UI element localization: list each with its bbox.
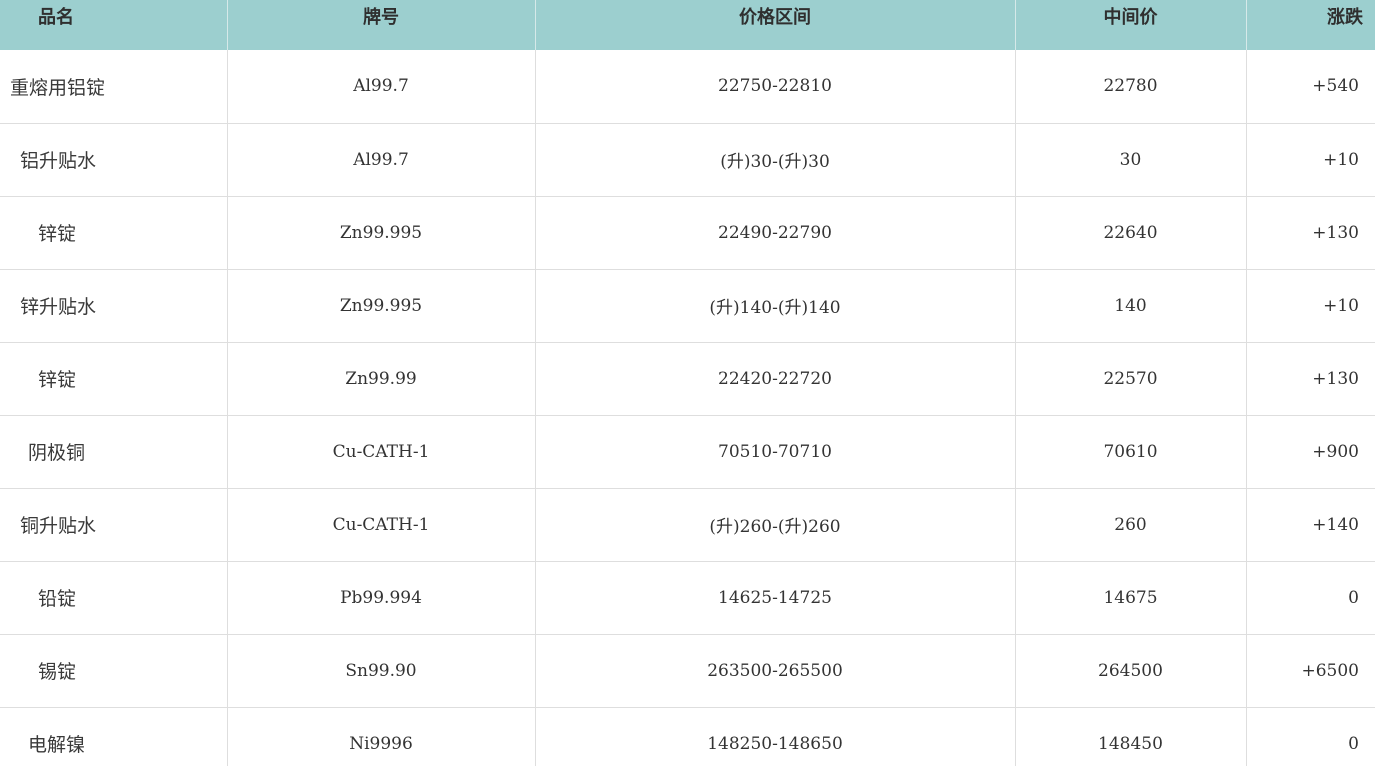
table-row: 铅锭 Pb99.994 14625-14725 14675 0 <box>0 561 1375 635</box>
product-name-cell: 锌锭 <box>0 342 228 416</box>
product-name-cell: 铅锭 <box>0 561 228 635</box>
product-name-cell: 阴极铜 <box>0 415 228 489</box>
change-cell: 0 <box>1246 561 1375 635</box>
grade-cell: Cu-CATH-1 <box>227 488 536 562</box>
header-grade: 牌号 <box>227 0 536 50</box>
table-row: 铜升贴水 Cu-CATH-1 (升)260-(升)260 260 +140 <box>0 488 1375 562</box>
header-name: 品名 <box>0 0 228 50</box>
header-mid-price: 中间价 <box>1015 0 1247 50</box>
grade-cell: Pb99.994 <box>227 561 536 635</box>
price-range-cell: 148250-148650 <box>535 707 1016 766</box>
price-range-cell: 22490-22790 <box>535 196 1016 270</box>
product-name-cell: 铜升贴水 <box>0 488 228 562</box>
mid-price-cell: 260 <box>1015 488 1247 562</box>
table-row: 锌锭 Zn99.99 22420-22720 22570 +130 <box>0 342 1375 416</box>
product-name-cell: 锌锭 <box>0 196 228 270</box>
mid-price-cell: 140 <box>1015 269 1247 343</box>
product-name-cell: 锡锭 <box>0 634 228 708</box>
change-cell: +540 <box>1246 50 1375 124</box>
product-name-cell: 重熔用铝锭 <box>0 50 228 124</box>
grade-cell: Sn99.90 <box>227 634 536 708</box>
table-row: 锌升贴水 Zn99.995 (升)140-(升)140 140 +10 <box>0 269 1375 343</box>
change-cell: +10 <box>1246 123 1375 197</box>
mid-price-cell: 22570 <box>1015 342 1247 416</box>
change-cell: +140 <box>1246 488 1375 562</box>
table-row: 铝升贴水 Al99.7 (升)30-(升)30 30 +10 <box>0 123 1375 197</box>
grade-cell: Al99.7 <box>227 123 536 197</box>
grade-cell: Zn99.995 <box>227 269 536 343</box>
table-row: 电解镍 Ni9996 148250-148650 148450 0 <box>0 707 1375 766</box>
change-cell: +10 <box>1246 269 1375 343</box>
grade-cell: Zn99.995 <box>227 196 536 270</box>
header-change: 涨跌 <box>1246 0 1375 50</box>
price-range-cell: 22750-22810 <box>535 50 1016 124</box>
price-range-cell: 22420-22720 <box>535 342 1016 416</box>
grade-cell: Cu-CATH-1 <box>227 415 536 489</box>
grade-cell: Zn99.99 <box>227 342 536 416</box>
grade-cell: Al99.7 <box>227 50 536 124</box>
price-table: 品名 牌号 价格区间 中间价 涨跌 重熔用铝锭 Al99.7 22750-22810… <box>0 0 1375 766</box>
mid-price-cell: 22780 <box>1015 50 1247 124</box>
mid-price-cell: 264500 <box>1015 634 1247 708</box>
table-row: 锌锭 Zn99.995 22490-22790 22640 +130 <box>0 196 1375 270</box>
table-header: 品名 牌号 价格区间 中间价 涨跌 <box>0 0 1375 50</box>
change-cell: +6500 <box>1246 634 1375 708</box>
price-range-cell: 70510-70710 <box>535 415 1016 489</box>
table-row: 锡锭 Sn99.90 263500-265500 264500 +6500 <box>0 634 1375 708</box>
mid-price-cell: 148450 <box>1015 707 1247 766</box>
table-body: 重熔用铝锭 Al99.7 22750-22810 22780 +540 铝升贴水 Al99.… <box>0 50 1375 766</box>
header-row: 品名 牌号 价格区间 中间价 涨跌 <box>0 0 1375 50</box>
grade-cell: Ni9996 <box>227 707 536 766</box>
mid-price-cell: 22640 <box>1015 196 1247 270</box>
product-name-cell: 锌升贴水 <box>0 269 228 343</box>
product-name-cell: 铝升贴水 <box>0 123 228 197</box>
mid-price-cell: 30 <box>1015 123 1247 197</box>
header-price-range: 价格区间 <box>535 0 1016 50</box>
price-range-cell: (升)30-(升)30 <box>535 123 1016 197</box>
table-row: 重熔用铝锭 Al99.7 22750-22810 22780 +540 <box>0 50 1375 124</box>
price-range-cell: 263500-265500 <box>535 634 1016 708</box>
table-row: 阴极铜 Cu-CATH-1 70510-70710 70610 +900 <box>0 415 1375 489</box>
change-cell: +130 <box>1246 196 1375 270</box>
product-name-cell: 电解镍 <box>0 707 228 766</box>
price-range-cell: (升)260-(升)260 <box>535 488 1016 562</box>
price-range-cell: 14625-14725 <box>535 561 1016 635</box>
mid-price-cell: 70610 <box>1015 415 1247 489</box>
price-range-cell: (升)140-(升)140 <box>535 269 1016 343</box>
change-cell: +900 <box>1246 415 1375 489</box>
change-cell: 0 <box>1246 707 1375 766</box>
mid-price-cell: 14675 <box>1015 561 1247 635</box>
change-cell: +130 <box>1246 342 1375 416</box>
